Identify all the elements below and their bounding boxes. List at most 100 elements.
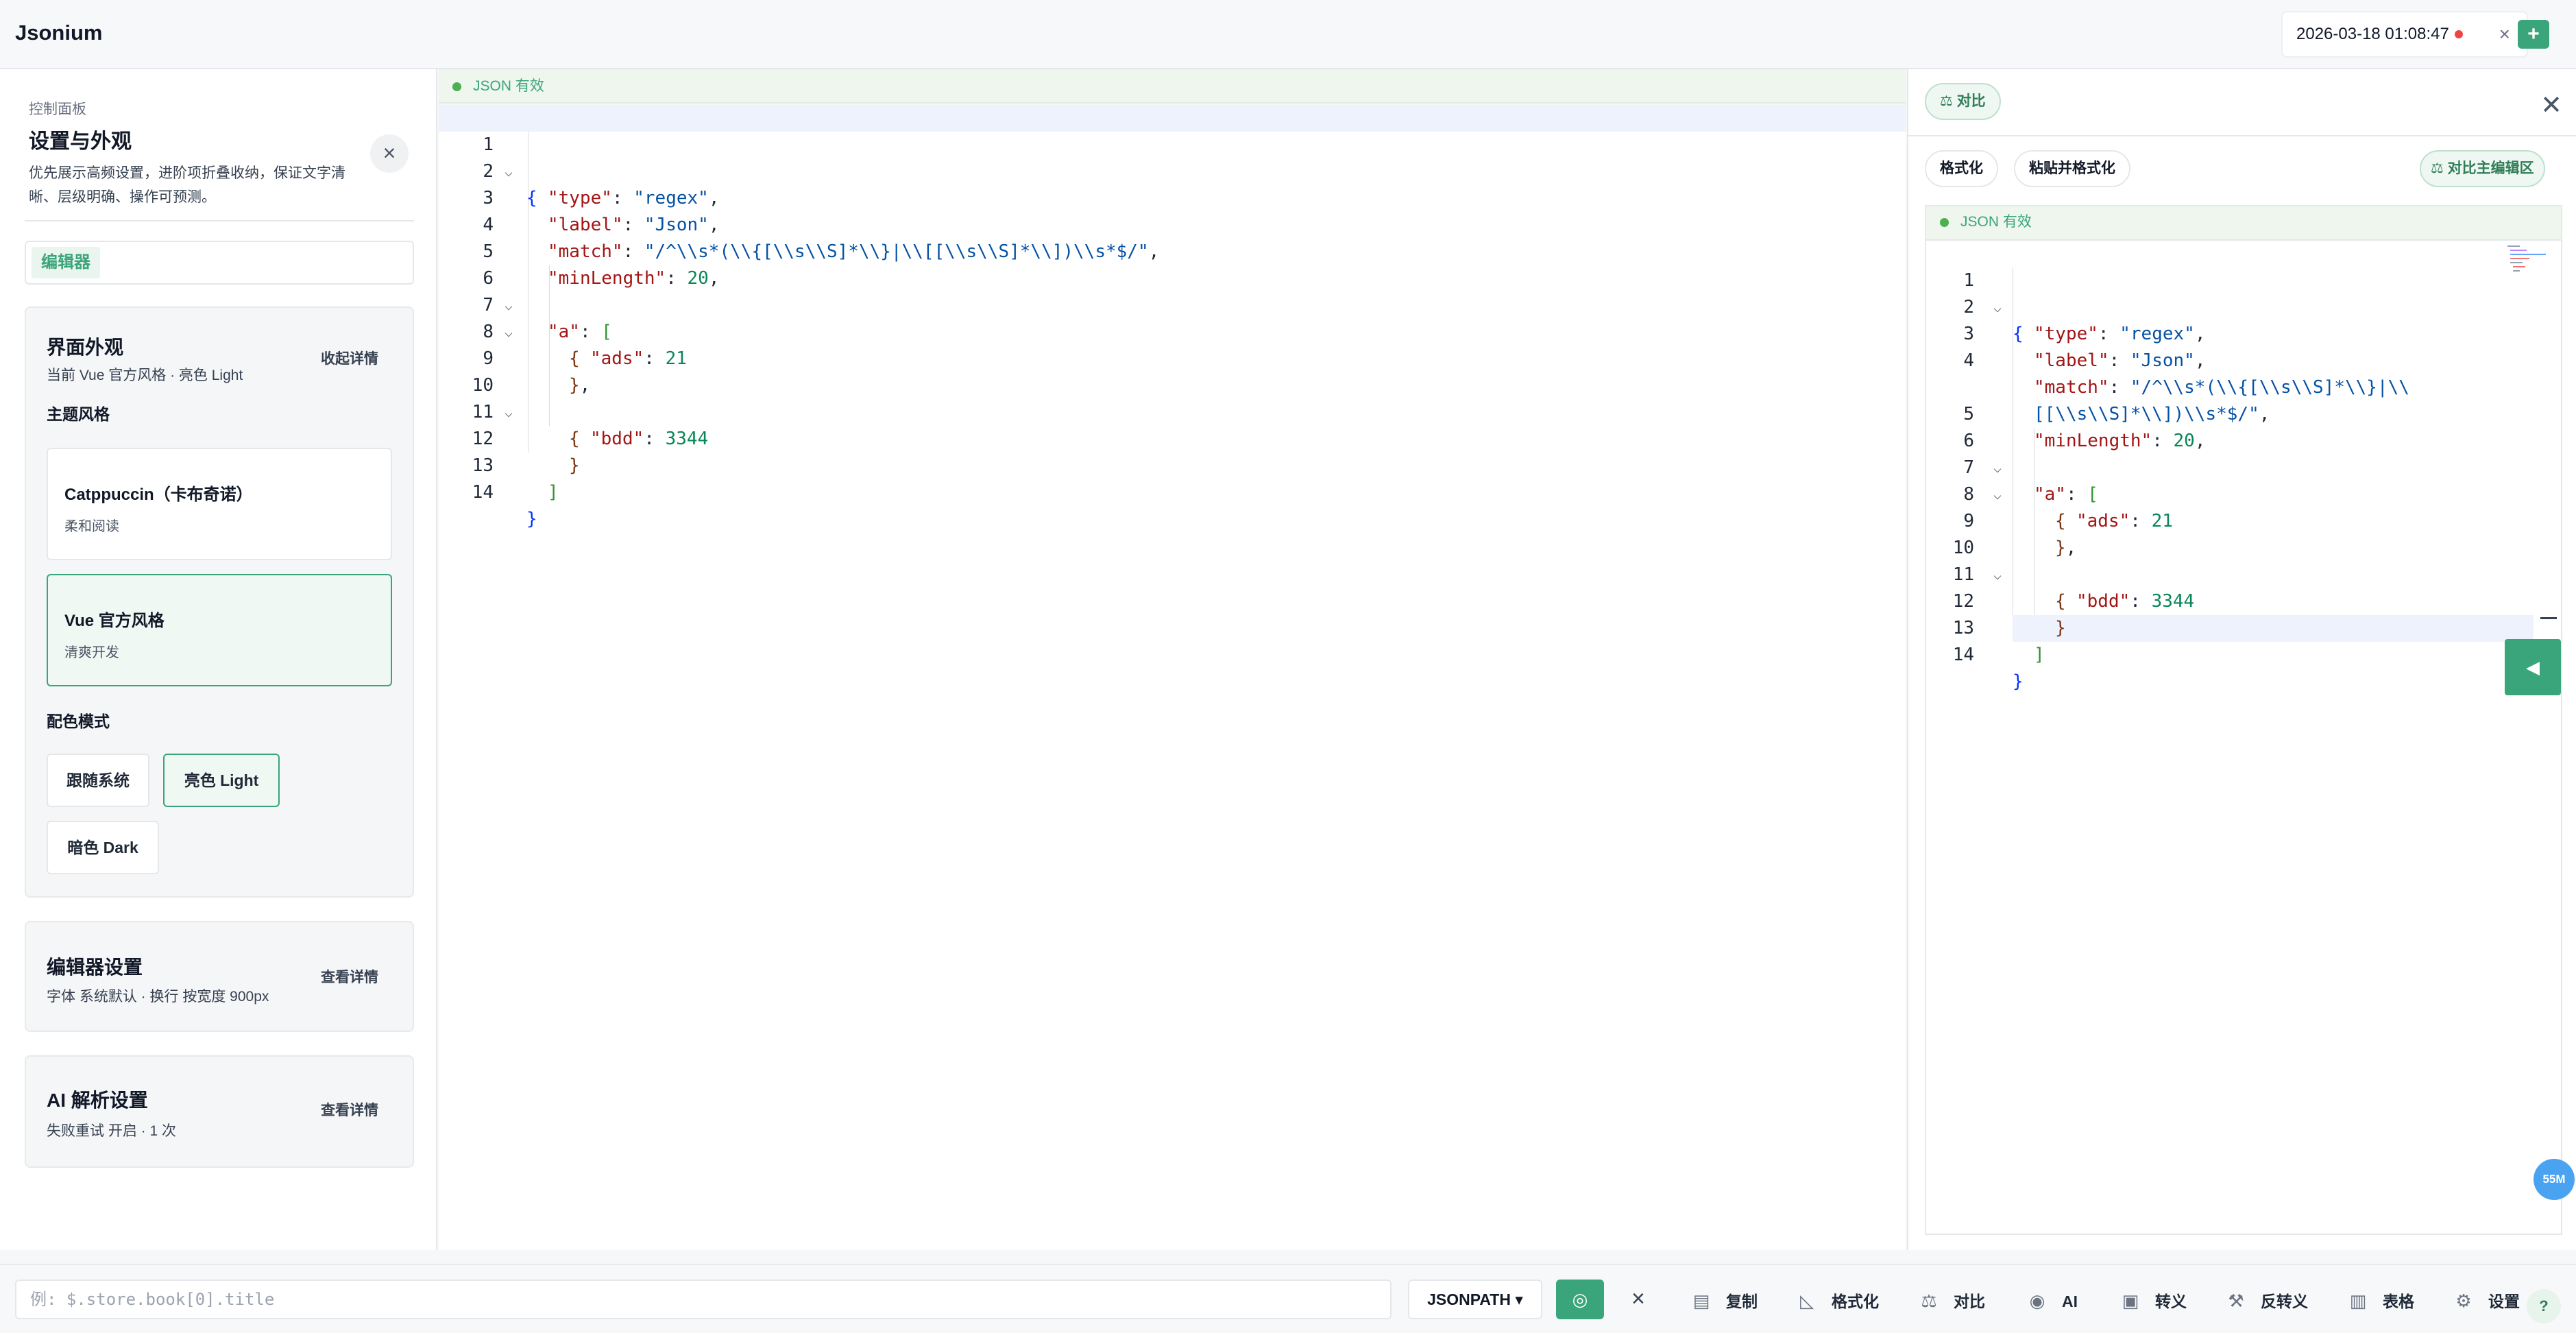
valid-dot-icon [452, 82, 461, 91]
code-line: 10 ⌵ { [1926, 508, 2066, 612]
copy-button[interactable]: ▤ 复制 [1689, 1286, 1758, 1316]
code-token: "label" [2034, 350, 2109, 371]
memory-usage-badge: 55M [2534, 1159, 2575, 1200]
query-mode-select[interactable]: JSONPATH ▾ [1408, 1280, 1542, 1319]
code-line: 13 ] [439, 426, 1906, 503]
table-button[interactable]: ▥ 表格 [2346, 1286, 2414, 1316]
format-button[interactable]: 格式化 [1925, 150, 1998, 187]
compare-json-status: JSON 有效 [1925, 205, 2562, 239]
clear-query-button[interactable]: × [1631, 1286, 1645, 1312]
tab-close-button[interactable]: × [2499, 23, 2510, 45]
settings-panel: 控制面板 设置与外观 优先展示高频设置，进阶项折叠收纳，保证文字清晰、层级明确、… [0, 69, 437, 1250]
code-token: : [2152, 431, 2174, 451]
main-code-editor[interactable]: 1 ⌵ { 2 "type": "regex", 3 "label": "Jso… [439, 105, 1906, 1250]
code-token: [[\\s\\S]*\\])\\s*$/" [2034, 404, 2259, 424]
line-number: 14 [1952, 645, 1974, 665]
fold-chevron-icon[interactable]: ⌵ [1993, 481, 2002, 508]
theme-option-catppuccin[interactable]: Catppuccin（卡布奇诺） 柔和阅读 [47, 448, 392, 560]
gear-icon: ⚙ [2455, 1290, 2472, 1311]
code-token: : [2109, 350, 2130, 371]
paste-format-button[interactable]: 粘贴并格式化 [2014, 150, 2130, 187]
editor-settings-details-button[interactable]: 查看详情 [321, 966, 378, 987]
close-compare-button[interactable]: ✕ [2540, 90, 2562, 121]
settings-label: 设置 [2488, 1293, 2520, 1310]
code-token: "Json" [2130, 350, 2195, 371]
tab-editor[interactable]: 编辑器 [32, 247, 100, 278]
code-token: "a" [2034, 484, 2066, 505]
code-token: , [2259, 404, 2270, 424]
editor-settings-card[interactable]: 编辑器设置 字体 系统默认 · 换行 按宽度 900px 查看详情 [25, 921, 414, 1032]
panel-description: 优先展示高频设置，进阶项折叠收纳，保证文字清晰、层级明确、操作可预测。 [29, 165, 345, 205]
code-token: , [2194, 350, 2206, 371]
code-line: 12 } [1926, 562, 2066, 638]
code-line: 8 "ads": 21 [1926, 455, 2173, 531]
code-token: "minLength" [2034, 431, 2152, 451]
ai-label: AI [2062, 1293, 2078, 1310]
mode-system-button[interactable]: 跟随系统 [47, 754, 149, 807]
robot-icon: ◉ [2029, 1290, 2045, 1311]
code-token: : [2130, 511, 2152, 531]
escape-button[interactable]: ▣ 转义 [2118, 1286, 2187, 1316]
compare-panel: ⚖ 对比 ✕ 格式化 粘贴并格式化 ⚖ 对比主编辑区 JSON 有效 1 ⌵ {… [1907, 69, 2576, 1250]
panel-title: 设置与外观 [29, 130, 132, 153]
compare-main-button[interactable]: ⚖ 对比主编辑区 [2420, 150, 2545, 187]
add-tab-button[interactable]: + [2518, 20, 2549, 49]
mode-dark-button[interactable]: 暗色 Dark [47, 821, 159, 874]
code-line: 11 "bdd": 3344 [439, 372, 1906, 449]
compare-code-editor[interactable]: 1 ⌵ { 2 "type": "regex", 3 "label": "Jso… [1925, 239, 2562, 1235]
code-token: } [526, 509, 537, 529]
code-line: 14 } [1926, 615, 2024, 692]
unsaved-dot-icon [2454, 30, 2463, 38]
document-tab[interactable]: 2026-03-18 01:08:47 × [2281, 11, 2528, 58]
collapse-compare-button[interactable]: ◀ [2505, 639, 2561, 695]
ai-button[interactable]: ◉ AI [2025, 1286, 2078, 1316]
code-token: "bdd" [2076, 591, 2130, 612]
fold-chevron-icon[interactable]: ⌵ [1993, 562, 2002, 588]
close-settings-button[interactable]: × [370, 134, 409, 173]
status-label: JSON 有效 [1960, 214, 2032, 230]
code-token: ] [2034, 645, 2045, 665]
jsonpath-input[interactable] [15, 1280, 1392, 1319]
code-line: 12 } [439, 399, 1906, 476]
code-token: "match" [2034, 377, 2109, 398]
compare-toolbar-button[interactable]: ⚖ 对比 [1917, 1286, 1985, 1316]
code-token: { [2055, 591, 2066, 612]
help-button[interactable]: ? [2527, 1289, 2561, 1323]
json-valid-status: JSON 有效 [439, 69, 1906, 104]
collapse-details-button[interactable]: 收起详情 [321, 348, 378, 368]
code-token: "regex" [2119, 324, 2195, 344]
settings-tabs: 编辑器 [25, 241, 414, 285]
code-token: "/^\\s*(\\{[\\s\\S]*\\}|\\ [2130, 377, 2409, 398]
unescape-label: 反转义 [2261, 1293, 2308, 1310]
format-toolbar-button[interactable]: ◺ 格式化 [1795, 1286, 1879, 1316]
ai-settings-title: AI 解析设置 [47, 1090, 148, 1111]
mode-light-button[interactable]: 亮色 Light [163, 754, 280, 807]
ai-settings-card[interactable]: AI 解析设置 失败重试 开启 · 1 次 查看详情 [25, 1055, 414, 1168]
code-line: 1 ⌵ { [1926, 241, 2023, 344]
settings-button[interactable]: ⚙ 设置 [2451, 1286, 2520, 1316]
code-line: 4 "match": "/^\\s*(\\{[\\s\\S]*\\}|\\[[\… [439, 185, 1906, 262]
code-line: 3 "label": "Json", [1926, 294, 2205, 371]
fold-chevron-icon[interactable]: ⌵ [1993, 294, 2002, 321]
table-label: 表格 [2383, 1293, 2414, 1310]
theme-option-vue[interactable]: Vue 官方风格 清爽开发 [47, 574, 392, 686]
color-mode-label: 配色模式 [47, 712, 110, 730]
run-query-button[interactable]: ◎ [1556, 1280, 1604, 1319]
minimap[interactable] [2506, 243, 2547, 278]
format-label: 格式化 [1832, 1293, 1879, 1310]
status-label: JSON 有效 [473, 78, 544, 94]
code-token: "ads" [2076, 511, 2130, 531]
fold-chevron-icon[interactable]: ⌵ [1993, 455, 2002, 481]
theme-name: Vue 官方风格 [64, 612, 165, 630]
code-line: 9 }, [1926, 481, 2076, 558]
line-number: 14 [472, 482, 494, 503]
appearance-card: 界面外观 当前 Vue 官方风格 · 亮色 Light 收起详情 主题风格 Ca… [25, 307, 414, 898]
ai-settings-details-button[interactable]: 查看详情 [321, 1099, 378, 1120]
compare-badge[interactable]: ⚖ 对比 [1925, 83, 2001, 120]
valid-dot-icon [1940, 218, 1949, 227]
code-token: , [2065, 538, 2077, 558]
code-line: 2 "type": "regex", [439, 132, 1906, 208]
lock-icon: ▣ [2122, 1290, 2139, 1311]
unescape-button[interactable]: ⚒ 反转义 [2224, 1286, 2308, 1316]
panel-kicker: 控制面板 [29, 101, 86, 117]
